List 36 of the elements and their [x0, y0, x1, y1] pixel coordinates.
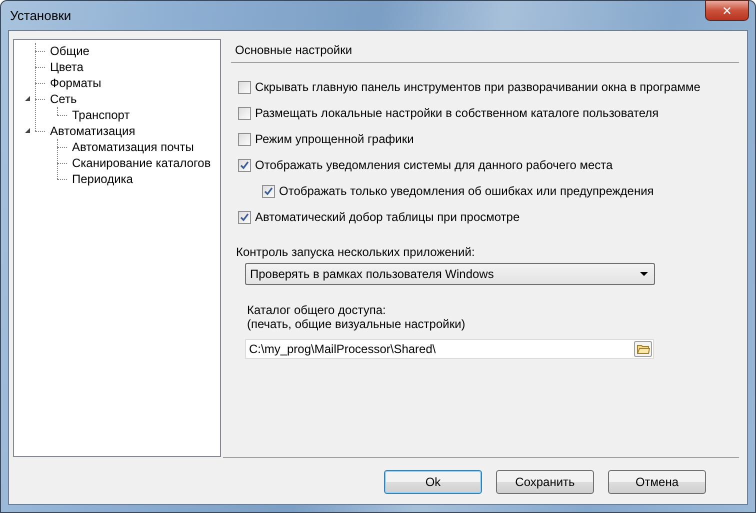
tree-item[interactable]: Автоматизация: [48, 124, 138, 138]
dialog-button[interactable]: Ok: [384, 470, 482, 494]
checkbox-label[interactable]: Отображать только уведомления об ошибках или предупреждения: [279, 184, 654, 198]
checkbox-label[interactable]: Размещать локальные настройки в собственном каталоге пользователя: [255, 106, 659, 120]
tree-item[interactable]: Цвета: [48, 60, 86, 74]
checkbox-label[interactable]: Режим упрощенной графики: [255, 132, 414, 146]
tree-item[interactable]: Сканирование каталогов: [70, 156, 213, 170]
collapse-icon[interactable]: [25, 128, 30, 133]
dropdown-arrow-icon: [640, 272, 648, 276]
section-title: Основные настройки: [235, 43, 352, 57]
checkbox[interactable]: [238, 210, 251, 224]
dialog-button[interactable]: Отмена: [608, 470, 706, 494]
tree-item[interactable]: Автоматизация почты: [70, 140, 196, 154]
tree-item[interactable]: Общие: [48, 44, 92, 58]
checkbox-label[interactable]: Отображать уведомления системы для данного рабочего места: [255, 158, 613, 172]
collapse-icon[interactable]: [25, 96, 30, 101]
checkbox[interactable]: [238, 132, 251, 146]
checkbox[interactable]: [238, 106, 251, 120]
field-hint: (печать, общие визуальные настройки): [247, 317, 466, 331]
field-label: Каталог общего доступа:: [247, 303, 386, 317]
input-field[interactable]: C:\my_prog\MailProcessor\Shared\: [245, 339, 654, 359]
window-title: Установки: [10, 8, 72, 23]
checkbox[interactable]: [238, 80, 251, 94]
field-label: Контроль запуска нескольких приложений:: [235, 245, 476, 259]
close-button[interactable]: ✕: [705, 0, 749, 21]
checkbox-label[interactable]: Автоматический добор таблицы при просмотре: [255, 210, 520, 224]
checkbox[interactable]: [262, 184, 275, 198]
checkbox-label[interactable]: Скрывать главную панель инструментов при разворачивании окна в программе: [255, 80, 700, 94]
tree-item[interactable]: Форматы: [48, 76, 104, 90]
dropdown[interactable]: Проверять в рамках пользователя Windows: [245, 263, 655, 285]
dialog-button[interactable]: Сохранить: [496, 470, 594, 494]
tree-item[interactable]: Транспорт: [70, 108, 132, 122]
tree-item[interactable]: Сеть: [48, 92, 79, 106]
tree-item[interactable]: Периодика: [70, 172, 135, 186]
folder-icon[interactable]: [634, 341, 652, 357]
checkbox[interactable]: [238, 158, 251, 172]
